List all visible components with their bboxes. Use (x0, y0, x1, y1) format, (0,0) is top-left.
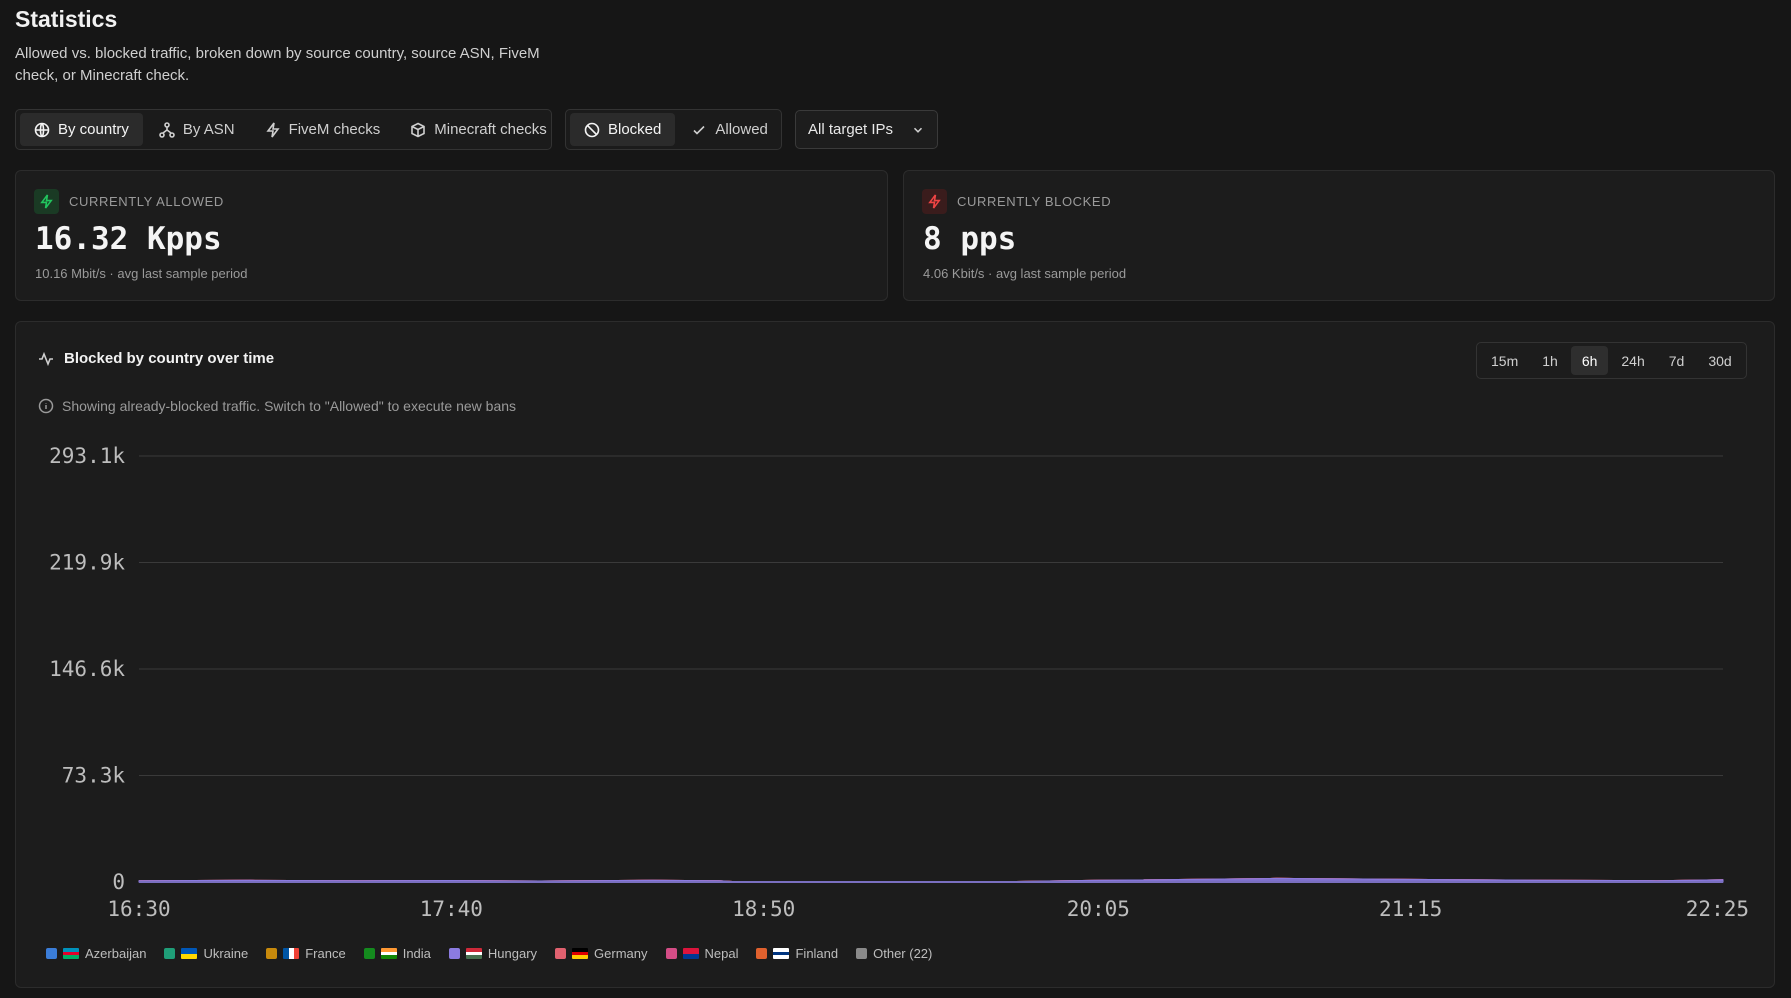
allowed-label: Currently allowed (69, 194, 224, 209)
tab-by-country[interactable]: By country (20, 113, 143, 146)
tab-label: By ASN (182, 121, 235, 138)
legend-label: Azerbaijan (85, 946, 147, 961)
page-subtitle: Allowed vs. blocked traffic, broken down… (15, 45, 540, 84)
tab-fivem-checks[interactable]: FiveM checks (251, 113, 395, 146)
legend-swatch (555, 948, 567, 959)
y-tick-label: 219.9k (49, 551, 125, 575)
legend-label: France (305, 946, 346, 961)
allowed-subtext: 10.16 Mbit/s · avg last sample period (35, 266, 248, 281)
card-currently-allowed: Currently allowed 16.32 Kpps 10.16 Mbit/… (15, 170, 888, 301)
legend-swatch (856, 948, 868, 959)
legend-swatch (448, 948, 460, 959)
bolt-icon (34, 189, 59, 214)
globe-icon (34, 122, 50, 137)
chart-panel: Blocked by country over time 15m 1h 6h 24h 7… (15, 321, 1775, 988)
tab-label: FiveM checks (288, 121, 381, 138)
tab-label: Minecraft checks (434, 121, 547, 138)
legend-label: Other (22) (873, 946, 933, 961)
y-tick-label: 146.6k (49, 657, 125, 681)
mode-blocked[interactable]: Blocked (570, 113, 676, 146)
tab-by-asn[interactable]: By ASN (145, 113, 249, 146)
legend-item-india[interactable]: India (363, 946, 431, 961)
target-ip-select[interactable]: All target IPs (795, 110, 938, 149)
network-icon (159, 121, 175, 138)
mode-label: Allowed (715, 121, 768, 138)
legend-swatch (164, 948, 176, 959)
legend-item-hungary[interactable]: Hungary (448, 946, 538, 961)
card-currently-blocked: Currently blocked 8 pps 4.06 Kbit/s · av… (903, 170, 1775, 301)
flag-icon (63, 948, 79, 959)
cube-icon (411, 122, 426, 137)
y-tick-label: 0 (112, 870, 125, 894)
mode-allowed[interactable]: Allowed (677, 113, 782, 146)
blocked-by-country-chart: 0 73.3k 146.6k 219.9k 293.1k 16:30 17:40 18:50 2… (49, 444, 1749, 921)
legend-item-finland[interactable]: Finland (756, 946, 838, 961)
y-tick-label: 293.1k (49, 444, 125, 468)
bolt-icon (265, 122, 280, 137)
legend-item-france[interactable]: France (266, 946, 346, 961)
chart-legend: Azerbaijan Ukraine France India Hungary Germa… (46, 946, 932, 961)
flag-icon (773, 948, 790, 959)
legend-swatch (266, 948, 278, 959)
check-icon (693, 125, 705, 135)
flag-icon (380, 948, 397, 959)
x-tick-label: 18:50 (732, 897, 795, 921)
legend-swatch (756, 948, 768, 959)
flag-icon (682, 948, 699, 959)
tab-minecraft-checks[interactable]: Minecraft checks (396, 113, 561, 146)
legend-label: Finland (795, 946, 839, 961)
flag-icon (283, 948, 300, 959)
page-title: Statistics (15, 6, 118, 32)
y-tick-label: 73.3k (62, 764, 126, 788)
flag-icon (572, 948, 589, 959)
target-ip-select-value: All target IPs (808, 121, 894, 138)
legend-swatch (363, 948, 375, 959)
mode-label: Blocked (608, 121, 662, 138)
flag-icon (181, 948, 198, 959)
legend-item-azerbaijan[interactable]: Azerbaijan (46, 946, 146, 961)
legend-label: India (402, 946, 431, 961)
chevron-down-icon (913, 127, 923, 133)
blocked-value: 8 pps (923, 221, 1017, 257)
x-tick-label: 20:05 (1067, 897, 1130, 921)
legend-item-other-22-[interactable]: Other (22) (856, 946, 932, 961)
mode-tabs: Blocked Allowed (565, 109, 782, 150)
legend-label: Ukraine (203, 946, 249, 961)
legend-item-germany[interactable]: Germany (555, 946, 648, 961)
view-tabs: By country By ASN FiveM checks Minecraft ch… (15, 109, 552, 150)
tab-label: By country (58, 121, 129, 138)
legend-label: Hungary (487, 946, 538, 961)
ban-icon (584, 122, 600, 137)
legend-swatch (46, 948, 57, 959)
legend-item-nepal[interactable]: Nepal (665, 946, 739, 961)
allowed-value: 16.32 Kpps (35, 221, 222, 257)
legend-label: Nepal (704, 946, 739, 961)
blocked-label: Currently blocked (957, 194, 1112, 209)
x-tick-label: 21:15 (1379, 897, 1442, 921)
legend-swatch (665, 948, 677, 959)
bolt-icon (922, 189, 947, 214)
legend-label: Germany (594, 946, 648, 961)
blocked-subtext: 4.06 Kbit/s · avg last sample period (923, 266, 1127, 281)
flag-icon (465, 948, 482, 959)
x-tick-label: 17:40 (420, 897, 483, 921)
x-tick-label: 16:30 (107, 897, 170, 921)
x-tick-label: 22:25 (1686, 897, 1749, 921)
legend-item-ukraine[interactable]: Ukraine (164, 946, 248, 961)
